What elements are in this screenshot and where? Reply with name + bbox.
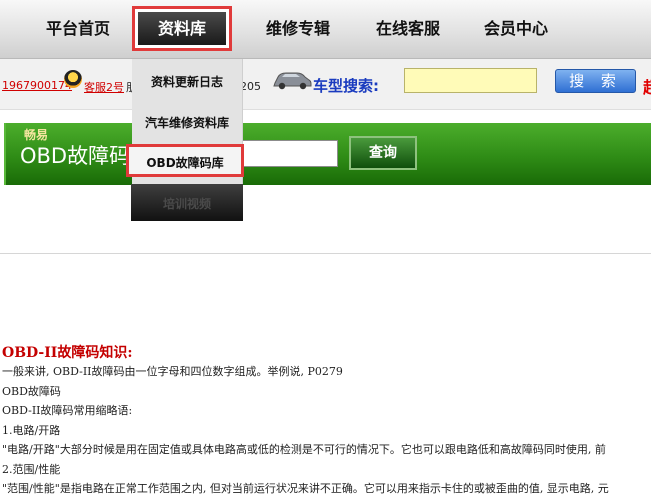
fault-code-input[interactable] <box>242 140 338 167</box>
customer-service-link[interactable]: 客服2号 <box>84 79 124 95</box>
content-line: "范围/性能"是指电路在正常工作范围之内, 但对当前运行状况来讲不正确。它可以用… <box>2 482 609 495</box>
menu-item-training-video[interactable]: 培训视频 <box>131 184 243 221</box>
menu-item-obd-library-label[interactable]: OBD故障码库 <box>129 154 241 171</box>
nav-repair-album[interactable]: 维修专辑 <box>248 0 348 58</box>
content-line: "电路/开路"大部分时候是用在固定值或具体电路高或低的检测是不可行的情况下。它也… <box>2 443 606 456</box>
banner-title: OBD故障码 <box>20 144 131 168</box>
nav-library-label[interactable]: 资料库 <box>138 12 226 45</box>
menu-item-training-video-label[interactable]: 培训视频 <box>131 195 243 212</box>
nav-online-service[interactable]: 在线客服 <box>358 0 458 58</box>
car-model-search-input[interactable] <box>404 68 537 93</box>
search-button[interactable]: 搜 索 <box>555 69 636 93</box>
promo-text-cut: 超 <box>643 74 651 98</box>
obd-search-banner: 畅易 OBD故障码 查询 <box>4 123 651 185</box>
service-number-tail: 205 <box>240 80 261 93</box>
nav-member-center[interactable]: 会员中心 <box>466 0 566 58</box>
nav-library-active[interactable]: 资料库 <box>132 6 232 51</box>
nav-home[interactable]: 平台首页 <box>28 0 128 58</box>
top-navigation-bar: 平台首页 资料库 维修专辑 在线客服 会员中心 <box>0 0 651 59</box>
query-button[interactable]: 查询 <box>349 136 417 170</box>
info-search-bar: 1967900174 客服2号 朋 205 车型搜索: 搜 索 超 <box>0 59 651 110</box>
phone-link[interactable]: 1967900174 <box>2 79 72 92</box>
divider <box>0 253 651 254</box>
section-heading: OBD-II故障码知识: <box>2 345 133 361</box>
content-line: OBD-II故障码常用缩略语: <box>2 404 133 417</box>
menu-item-obd-library[interactable]: OBD故障码库 <box>126 144 244 177</box>
menu-item-update-log[interactable]: 资料更新日志 <box>132 73 242 90</box>
car-model-search-label: 车型搜索: <box>313 77 379 95</box>
menu-item-repair-library[interactable]: 汽车维修资料库 <box>132 114 242 131</box>
content-line: 一般来讲, OBD-II故障码由一位字母和四位数字组成。举例说, P0279 <box>2 365 343 378</box>
obd-knowledge-section: OBD-II故障码知识: 一般来讲, OBD-II故障码由一位字母和四位数字组成… <box>2 344 651 499</box>
qq-penguin-icon[interactable] <box>64 70 82 88</box>
content-line: 2.范围/性能 <box>2 462 61 476</box>
content-line: OBD故障码 <box>2 384 61 398</box>
car-icon <box>273 72 312 90</box>
content-line: 1.电路/开路 <box>2 423 61 437</box>
